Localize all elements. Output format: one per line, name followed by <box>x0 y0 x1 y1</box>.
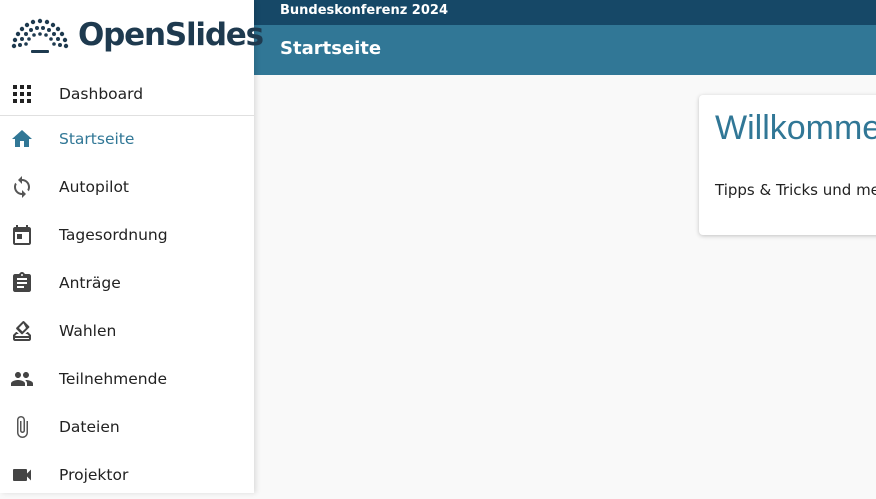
sidebar-item-tagesordnung[interactable]: Tagesordnung <box>0 211 254 259</box>
sidebar-item-label: Dateien <box>59 418 120 436</box>
sync-icon <box>14 176 30 198</box>
videocam-icon <box>13 469 31 481</box>
home-icon <box>12 130 32 147</box>
welcome-text: Tipps & Tricks und me <box>715 181 876 199</box>
sidebar-item-autopilot[interactable]: Autopilot <box>0 163 254 211</box>
parliament-logo-icon <box>11 18 69 53</box>
sidebar-item-label: Wahlen <box>59 322 117 340</box>
sidebar-item-antraege[interactable]: Anträge <box>0 259 254 307</box>
sidebar-item-label: Tagesordnung <box>59 226 168 244</box>
sidebar-item-dashboard[interactable]: Dashboard <box>0 70 254 118</box>
sidebar-item-label: Teilnehmende <box>59 370 168 388</box>
sidebar-item-label: Dashboard <box>59 85 144 103</box>
clipboard-icon <box>13 272 31 292</box>
sidebar: OpenSlides Dashboard Startseite Autopilo… <box>0 0 264 493</box>
sidebar-item-label: Autopilot <box>59 178 129 196</box>
sidebar-item-startseite[interactable]: Startseite <box>0 115 254 163</box>
calendar-icon <box>13 225 31 245</box>
sidebar-item-dateien[interactable]: Dateien <box>0 403 254 451</box>
app-name: OpenSlides <box>78 16 264 53</box>
meeting-name[interactable]: Bundeskonferenz 2024 <box>280 3 448 18</box>
ballot-icon <box>13 320 31 341</box>
page-title: Startseite <box>280 38 382 59</box>
apps-grid-icon <box>13 85 31 103</box>
sidebar-item-wahlen[interactable]: Wahlen <box>0 307 254 355</box>
sidebar-item-label: Anträge <box>59 274 121 292</box>
welcome-title: Willkommen <box>715 109 876 147</box>
paperclip-icon <box>17 416 28 438</box>
sidebar-item-label: Startseite <box>59 130 135 148</box>
openslides-logo[interactable]: OpenSlides <box>10 14 264 56</box>
sidebar-item-label: Projektor <box>59 466 129 484</box>
welcome-card: Willkommen Tipps & Tricks und me <box>699 95 876 235</box>
people-icon <box>11 372 33 386</box>
page-title-bar: Startseite <box>254 25 876 75</box>
sidebar-item-teilnehmende[interactable]: Teilnehmende <box>0 355 254 403</box>
sidebar-item-projektor[interactable]: Projektor <box>0 451 254 499</box>
meeting-bar: Bundeskonferenz 2024 <box>254 0 876 25</box>
